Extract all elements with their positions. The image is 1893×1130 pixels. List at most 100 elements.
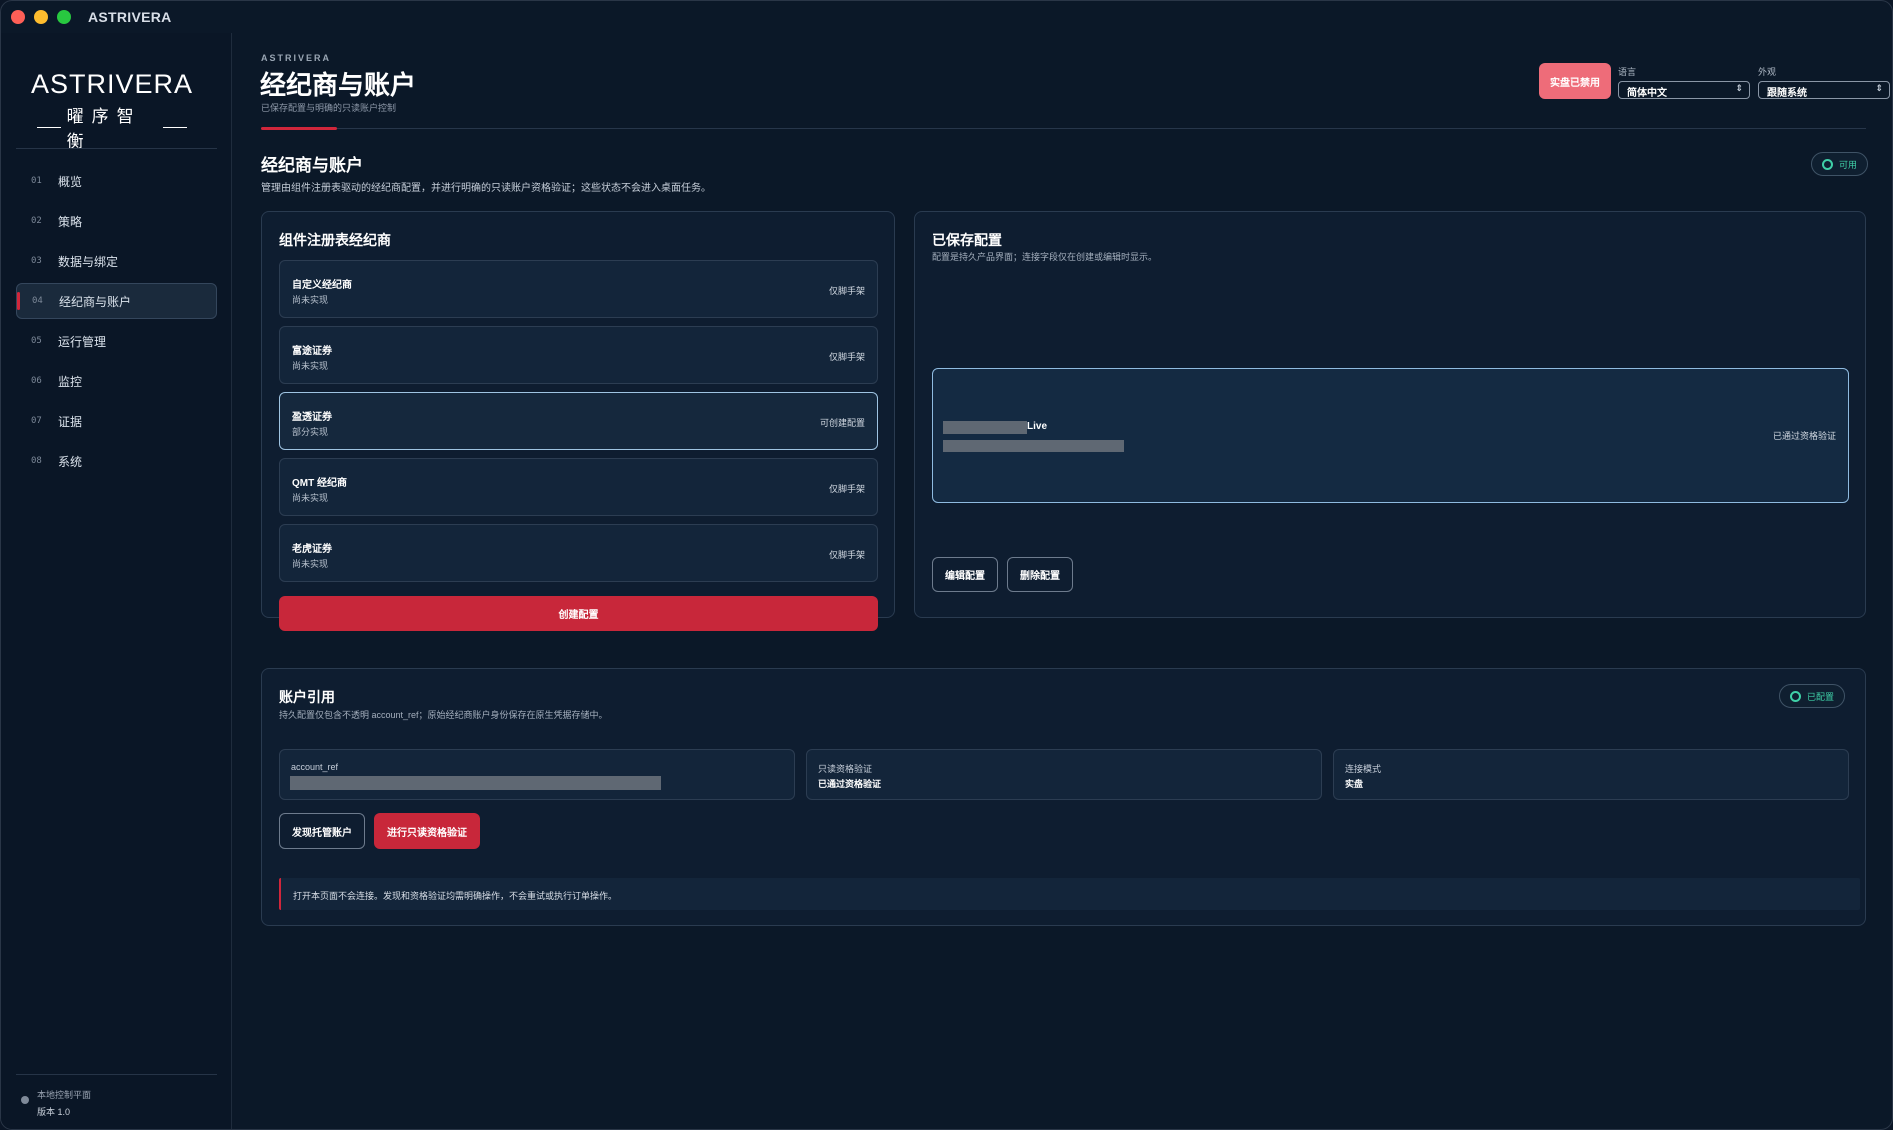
page-eyebrow: ASTRIVERA	[261, 53, 332, 63]
sidebar-item-run-management[interactable]: 05 运行管理	[16, 323, 217, 359]
broker-item-custom[interactable]: 自定义经纪商 尚未实现 仅脚手架	[279, 260, 878, 318]
create-config-button[interactable]: 创建配置	[279, 596, 878, 631]
config-status: 已通过资格验证	[1772, 431, 1836, 441]
logo: ASTRIVERA 曜序智衡	[31, 69, 193, 152]
broker-status: 尚未实现	[292, 559, 329, 569]
page-subtitle: 已保存配置与明确的只读账户控制	[261, 103, 397, 113]
logo-rule-left	[37, 126, 61, 128]
saved-configs-card: 已保存配置 配置是持久产品界面；连接字段仅在创建或编辑时显示。 Live 已通过…	[914, 211, 1866, 618]
appearance-label: 外观	[1758, 67, 1777, 77]
availability-badge-label: 可用	[1839, 159, 1858, 170]
nav-number: 07	[31, 416, 42, 426]
nav-label: 经纪商与账户	[59, 294, 132, 309]
account-description: 持久配置仅包含不透明 account_ref；原始经纪商账户身份保存在原生凭据存…	[279, 710, 608, 720]
broker-name: 富途证券	[292, 346, 332, 357]
nav-number: 03	[31, 256, 42, 266]
close-window-button[interactable]	[11, 10, 25, 24]
sidebar-item-overview[interactable]: 01 概览	[16, 163, 217, 199]
connection-mode-label: 连接模式	[1345, 764, 1382, 774]
readonly-verification-label: 只读资格验证	[818, 764, 873, 774]
readonly-verification-field: 只读资格验证 已通过资格验证	[806, 749, 1322, 800]
appearance-control: 外观 跟随系统 ⇕	[1758, 65, 1890, 99]
select-chevron-icon: ⇕	[1735, 83, 1743, 93]
zoom-window-button[interactable]	[57, 10, 71, 24]
readonly-verification-value: 已通过资格验证	[818, 779, 882, 789]
status-dot-icon	[21, 1096, 29, 1104]
select-chevron-icon: ⇕	[1875, 83, 1883, 93]
broker-status: 部分实现	[292, 427, 329, 437]
window-title: ASTRIVERA	[88, 9, 172, 25]
account-reference-card: 账户引用 持久配置仅包含不透明 account_ref；原始经纪商账户身份保存在…	[261, 668, 1866, 926]
nav-label: 系统	[58, 454, 83, 469]
broker-tag: 仅脚手架	[828, 484, 865, 494]
nav-number: 02	[31, 216, 42, 226]
nav-number: 01	[31, 176, 42, 186]
broker-status: 尚未实现	[292, 493, 329, 503]
redacted-config-name	[943, 421, 1027, 434]
delete-config-button[interactable]: 删除配置	[1007, 557, 1073, 592]
control-plane-label: 本地控制平面	[37, 1090, 92, 1100]
status-ring-icon	[1822, 158, 1833, 170]
broker-name: 老虎证券	[292, 544, 332, 555]
minimize-window-button[interactable]	[34, 10, 48, 24]
sidebar-item-monitoring[interactable]: 06 监控	[16, 363, 217, 399]
nav-label: 策略	[58, 214, 83, 229]
sidebar-divider-bottom	[16, 1074, 217, 1075]
broker-name: 自定义经纪商	[292, 280, 352, 291]
broker-name: QMT 经纪商	[292, 478, 347, 489]
discover-accounts-button[interactable]: 发现托管账户	[279, 813, 365, 849]
language-control: 语言 简体中文 ⇕	[1618, 65, 1750, 99]
broker-tag: 仅脚手架	[828, 352, 865, 362]
sidebar-item-strategy[interactable]: 02 策略	[16, 203, 217, 239]
broker-tag: 可创建配置	[819, 418, 865, 428]
nav-label: 监控	[58, 374, 83, 389]
broker-item-futu[interactable]: 富途证券 尚未实现 仅脚手架	[279, 326, 878, 384]
appearance-select[interactable]: 跟随系统 ⇕	[1758, 81, 1890, 99]
configured-badge: 已配置	[1779, 684, 1846, 708]
redacted-config-detail	[943, 440, 1124, 452]
saved-configs-description: 配置是持久产品界面；连接字段仅在创建或编辑时显示。	[932, 252, 1158, 262]
nav-label: 概览	[58, 174, 83, 189]
redacted-account-ref	[290, 776, 661, 790]
sidebar-item-brokers-accounts[interactable]: 04 经纪商与账户	[16, 283, 217, 319]
title-bar: ASTRIVERA	[1, 1, 1892, 33]
live-disabled-badge: 实盘已禁用	[1539, 63, 1611, 99]
sidebar-footer: 本地控制平面 版本 1.0	[21, 1088, 91, 1118]
availability-badge: 可用	[1811, 152, 1869, 176]
broker-item-qmt[interactable]: QMT 经纪商 尚未实现 仅脚手架	[279, 458, 878, 516]
sidebar-item-evidence[interactable]: 07 证据	[16, 403, 217, 439]
account-title: 账户引用	[279, 689, 335, 705]
broker-item-ibkr[interactable]: 盈透证券 部分实现 可创建配置	[279, 392, 878, 450]
main-content: ASTRIVERA 经纪商与账户 已保存配置与明确的只读账户控制 实盘已禁用 语…	[233, 33, 1892, 1129]
broker-status: 尚未实现	[292, 361, 329, 371]
app-window: ASTRIVERA ASTRIVERA 曜序智衡 01 概览 02 策略 03	[0, 0, 1893, 1130]
connection-mode-field: 连接模式 实盘	[1333, 749, 1849, 800]
edit-config-button[interactable]: 编辑配置	[932, 557, 998, 592]
saved-configs-title: 已保存配置	[932, 232, 1002, 248]
sidebar: ASTRIVERA 曜序智衡 01 概览 02 策略 03 数据与绑定 04 经…	[1, 33, 232, 1129]
connection-mode-value: 实盘	[1345, 779, 1364, 789]
status-ring-icon	[1790, 690, 1801, 702]
registry-title: 组件注册表经纪商	[279, 232, 391, 248]
nav-number: 04	[32, 296, 43, 306]
logo-rule-right	[163, 126, 188, 128]
broker-item-tiger[interactable]: 老虎证券 尚未实现 仅脚手架	[279, 524, 878, 582]
nav-label: 证据	[58, 414, 83, 429]
config-name-suffix: Live	[1027, 421, 1048, 432]
page-title: 经纪商与账户	[260, 70, 417, 100]
header-accent-bar	[261, 127, 337, 130]
account-ref-label: account_ref	[291, 762, 339, 772]
nav-number: 06	[31, 376, 42, 386]
logo-wordmark: ASTRIVERA	[31, 69, 194, 99]
sidebar-item-data-binding[interactable]: 03 数据与绑定	[16, 243, 217, 279]
sidebar-item-system[interactable]: 08 系统	[16, 443, 217, 479]
broker-status: 尚未实现	[292, 295, 329, 305]
broker-tag: 仅脚手架	[828, 550, 865, 560]
logo-subtitle: 曜序智衡	[31, 102, 193, 152]
sidebar-nav: 01 概览 02 策略 03 数据与绑定 04 经纪商与账户 05 运行管理 0…	[16, 163, 217, 483]
language-select[interactable]: 简体中文 ⇕	[1618, 81, 1750, 99]
saved-config-item[interactable]: Live 已通过资格验证	[932, 368, 1849, 503]
account-ref-field: account_ref	[279, 749, 795, 800]
section-title: 经纪商与账户	[261, 156, 363, 175]
readonly-verify-button[interactable]: 进行只读资格验证	[374, 813, 480, 849]
